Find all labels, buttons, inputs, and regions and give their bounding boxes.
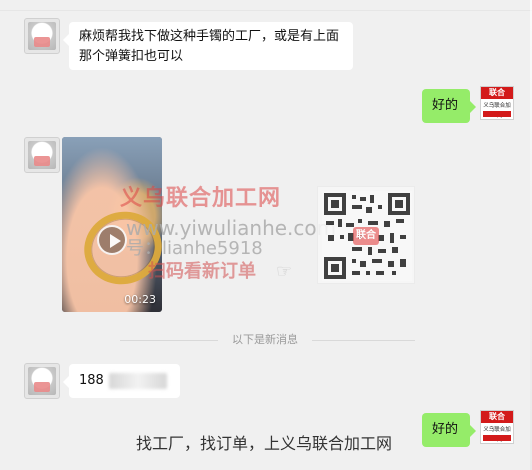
- logo-middle-text: 义乌联合加工网: [483, 427, 511, 443]
- pointing-hand-icon: ☞: [276, 261, 293, 282]
- phone-visible-text: 188: [79, 373, 104, 388]
- logo-middle-text: 义乌联合加工网: [483, 103, 511, 119]
- video-duration: 00:23: [124, 293, 156, 306]
- message-bubble-right[interactable]: 好的: [422, 89, 476, 123]
- message-bubble-left[interactable]: 麻烦帮我找下做这种手镯的工厂，或是有上面那个弹簧扣也可以: [63, 22, 353, 70]
- watermark-url: www.yiwulianhe.com: [126, 216, 337, 240]
- avatar[interactable]: [24, 363, 60, 399]
- avatar-badge: [34, 156, 50, 166]
- top-separator: [0, 10, 532, 11]
- message-text: 好的: [432, 98, 459, 113]
- new-messages-label: 以下是新消息: [218, 333, 312, 347]
- avatar[interactable]: [24, 137, 60, 173]
- message-bubble-left[interactable]: 188: [63, 364, 180, 398]
- footer-text: 找工厂，找订单，上义乌联合加工网: [136, 434, 393, 453]
- qr-code: 联合: [317, 186, 415, 284]
- play-icon[interactable]: [97, 225, 127, 255]
- watermark-title: 义乌联合加工网: [120, 186, 282, 211]
- avatar[interactable]: 联合 义乌联合加工网: [480, 410, 514, 444]
- avatar-badge: [34, 37, 50, 47]
- avatar[interactable]: [24, 18, 60, 54]
- avatar[interactable]: 联合 义乌联合加工网: [480, 86, 514, 120]
- logo-top-text: 联合: [481, 411, 513, 423]
- logo-bar: [483, 111, 511, 117]
- message-text: 好的: [432, 422, 459, 437]
- message-bubble-right[interactable]: 好的: [422, 413, 476, 447]
- watermark-id: 号：lianhe5918: [126, 238, 263, 259]
- logo-bar: [483, 435, 511, 441]
- redaction-blur: [108, 372, 167, 389]
- qr-center-label: 联合: [353, 227, 379, 245]
- message-text: 麻烦帮我找下做这种手镯的工厂，或是有上面那个弹簧扣也可以: [79, 29, 340, 64]
- avatar-badge: [34, 382, 50, 392]
- watermark-scan-text: 扫码看新订单: [148, 261, 256, 282]
- logo-top-text: 联合: [481, 87, 513, 99]
